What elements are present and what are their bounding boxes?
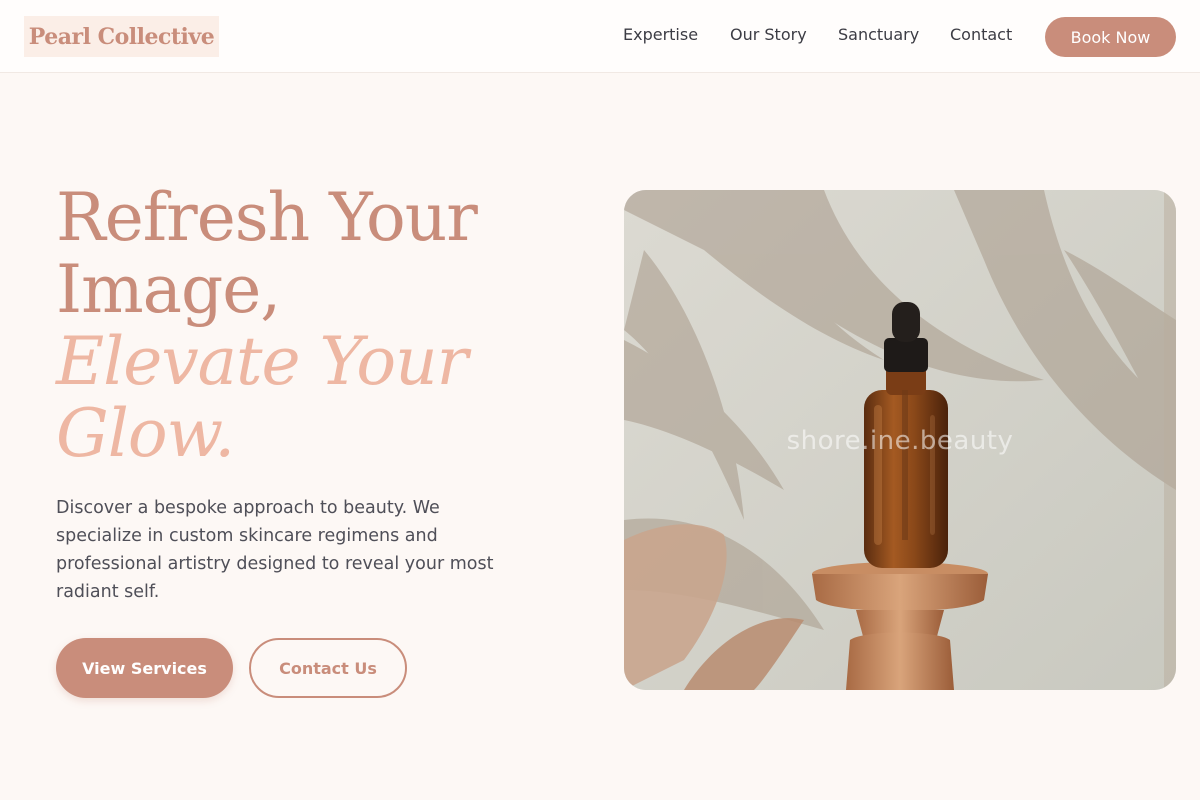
hero-description: Discover a bespoke approach to beauty. W…: [56, 498, 494, 602]
hero-product-image: shore.ine.beauty: [624, 190, 1176, 690]
contact-us-button[interactable]: Contact Us: [249, 638, 407, 698]
book-now-button[interactable]: Book Now: [1045, 17, 1176, 57]
brand-logo[interactable]: Pearl Collective: [24, 16, 219, 57]
hero-title-accent-line-1: Elevate Your: [56, 323, 468, 400]
hero-title: Refresh Your Image, Elevate Your Glow.: [56, 182, 596, 470]
view-services-button[interactable]: View Services: [56, 638, 233, 698]
nav-link-sanctuary[interactable]: Sanctuary: [838, 25, 919, 44]
image-watermark: shore.ine.beauty: [786, 426, 1014, 456]
nav-link-contact[interactable]: Contact: [950, 25, 1012, 44]
nav-link-expertise[interactable]: Expertise: [623, 25, 698, 44]
nav-link-our-story[interactable]: Our Story: [730, 25, 807, 44]
site-header: Pearl Collective Expertise Our Story San…: [0, 0, 1200, 73]
hero-title-line-2: Image,: [56, 251, 281, 328]
hero-title-accent-line-2: Glow.: [56, 395, 235, 472]
hero-title-line-1: Refresh Your: [56, 179, 478, 256]
